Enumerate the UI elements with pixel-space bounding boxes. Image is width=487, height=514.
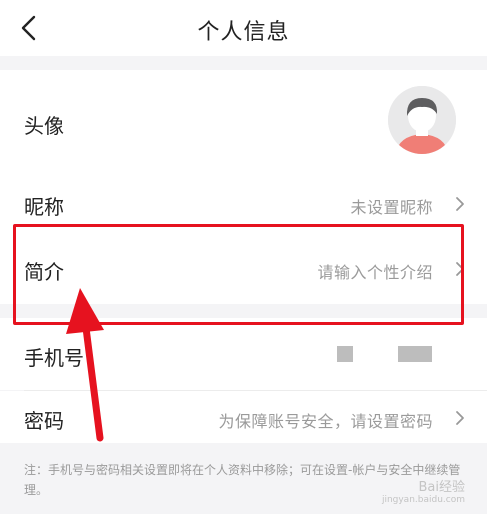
avatar-label: 头像 bbox=[24, 114, 64, 138]
chevron-right-icon bbox=[453, 261, 467, 277]
password-label: 密码 bbox=[24, 409, 64, 433]
password-value: 为保障账号安全，请设置密码 bbox=[218, 412, 433, 431]
phone-value-redacted bbox=[398, 346, 432, 362]
avatar[interactable] bbox=[388, 86, 456, 154]
phone-label: 手机号 bbox=[24, 346, 84, 370]
watermark-text: Bai经验 bbox=[418, 480, 466, 495]
user-avatar-icon bbox=[388, 86, 456, 154]
chevron-right-icon bbox=[453, 196, 467, 212]
chevron-right-icon bbox=[453, 410, 467, 426]
watermark: Bai经验 jingyan.baidu.com bbox=[382, 476, 465, 505]
intro-value: 请输入个性介绍 bbox=[317, 263, 433, 282]
nickname-row[interactable]: 昵称 未设置昵称 bbox=[0, 172, 487, 232]
page-title: 个人信息 bbox=[197, 20, 290, 45]
nickname-value: 未设置昵称 bbox=[350, 198, 433, 217]
app-header: 个人信息 bbox=[0, 0, 487, 56]
nickname-label: 昵称 bbox=[24, 195, 64, 219]
phone-value-redacted bbox=[337, 346, 353, 362]
watermark-sub: jingyan.baidu.com bbox=[381, 495, 465, 505]
intro-label: 简介 bbox=[24, 260, 64, 284]
intro-row[interactable]: 简介 请输入个性介绍 bbox=[0, 232, 487, 304]
password-row[interactable]: 密码 为保障账号安全，请设置密码 bbox=[0, 391, 487, 443]
